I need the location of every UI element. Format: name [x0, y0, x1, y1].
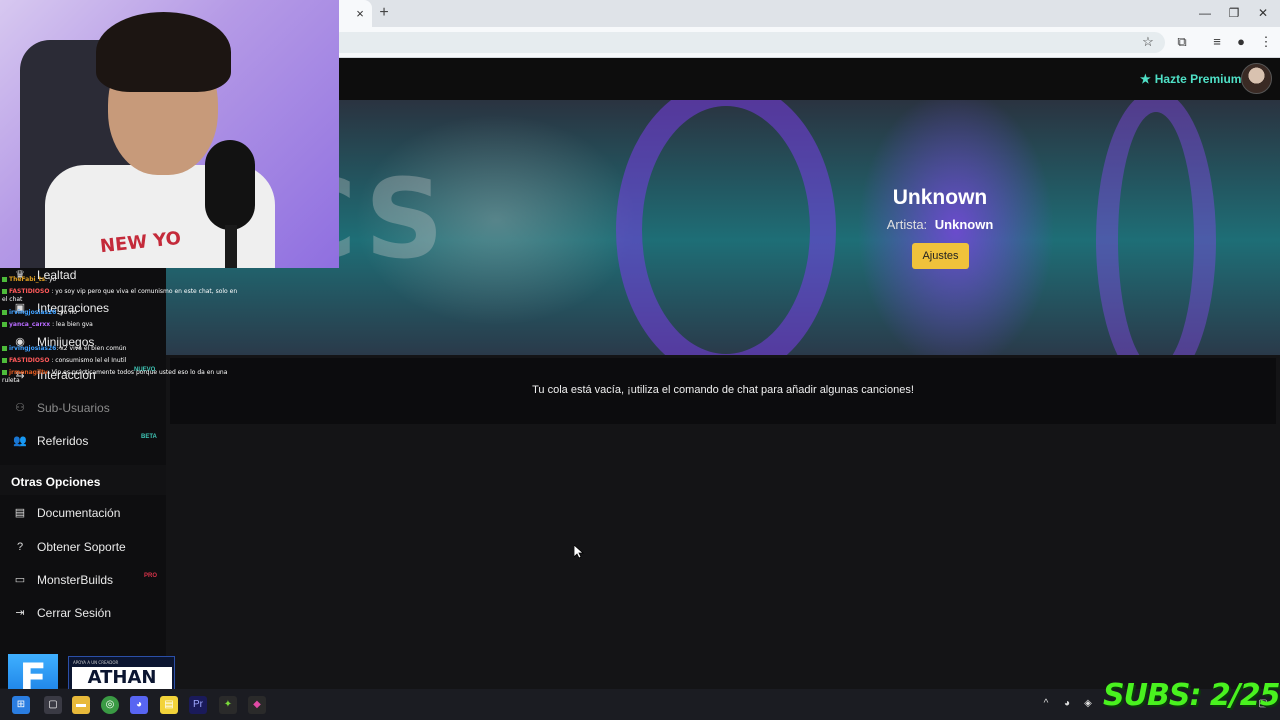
premium-label: Hazte Premium — [1154, 72, 1242, 86]
media-icon[interactable]: ≡ — [1208, 33, 1226, 51]
sidebar-item-sub-usuarios[interactable]: ⚇ Sub-Usuarios — [13, 398, 110, 418]
microphone-icon — [205, 140, 255, 230]
sidebar-item-label: Documentación — [37, 506, 121, 520]
chat-message: FASTIDIOSO : consumismo lel el Inutil — [2, 357, 238, 365]
sidebar-item-label: Referidos — [37, 434, 89, 448]
chat-message: irvingjosias26: yo no — [2, 309, 238, 317]
sidebar-item-cerrar-sesion[interactable]: ⇥ Cerrar Sesión — [13, 603, 111, 623]
address-bar[interactable] — [330, 32, 1165, 53]
profile-icon[interactable]: ● — [1232, 33, 1250, 51]
pro-badge: PRO — [144, 573, 158, 579]
tab-close-icon[interactable]: × — [352, 6, 368, 22]
subs-goal-counter: SUBS: 2/25 — [1103, 678, 1280, 713]
chat-message: irvingjosias26: x2 viva el bien común — [2, 345, 238, 353]
premiere-icon[interactable]: Pr — [189, 696, 207, 714]
users-icon: ⚇ — [15, 402, 25, 414]
mouse-cursor-icon — [574, 545, 584, 559]
settings-button[interactable]: Ajustes — [912, 243, 969, 269]
stream-chat-overlay: TheFabi_ts: yo FASTIDIOSO : yo soy vip p… — [2, 276, 242, 388]
artist-line: Artista: Unknown — [840, 217, 1040, 232]
webcam-person-hair — [96, 12, 231, 92]
sidebar-item-label: Sub-Usuarios — [37, 401, 110, 415]
star-icon: ★ — [1140, 72, 1151, 86]
tray-steam-icon[interactable]: ◈ — [1081, 697, 1095, 711]
tray-chevron-icon[interactable]: ^ — [1039, 697, 1053, 711]
sidebar-heading: Otras Opciones — [11, 475, 101, 489]
chrome-icon[interactable]: ◎ — [101, 696, 119, 714]
sidebar-item-monsterbuilds[interactable]: ▭ MonsterBuilds — [13, 570, 113, 590]
task-view-icon[interactable]: ▢ — [44, 696, 62, 714]
notes-icon[interactable]: ▤ — [160, 696, 178, 714]
banner-art-shape — [1096, 100, 1216, 355]
sidebar-item-documentacion[interactable]: ▤ Documentación — [13, 503, 121, 523]
sidebar-item-referidos[interactable]: 👥 Referidos — [13, 431, 88, 451]
chat-message: jrmenagiltv: Vip es prácticamente todos … — [2, 369, 228, 384]
premium-link[interactable]: ★ Hazte Premium — [1140, 70, 1241, 88]
sidebar-item-label: MonsterBuilds — [37, 573, 114, 587]
creator-small-text: APOYA A UN CREADOR — [73, 660, 119, 665]
artist-value: Unknown — [934, 217, 994, 232]
creator-name: ATHAN — [72, 667, 172, 689]
user-group-icon: 👥 — [13, 435, 27, 447]
sidebar-item-label: Cerrar Sesión — [37, 606, 112, 620]
logout-icon: ⇥ — [15, 607, 25, 619]
avatar[interactable] — [1241, 63, 1272, 94]
file-explorer-icon[interactable]: ▬ — [72, 696, 90, 714]
webcam-overlay: NEW YO — [0, 0, 339, 268]
laptop-icon: ▭ — [14, 574, 26, 586]
menu-icon[interactable]: ⋮ — [1257, 33, 1275, 51]
star-icon[interactable]: ☆ — [1139, 33, 1157, 51]
chat-message: FASTIDIOSO : yo soy vip pero que viva el… — [2, 288, 238, 303]
windows-start-icon[interactable]: ⊞ — [12, 696, 30, 714]
artist-label: Artista: — [886, 217, 928, 232]
queue-empty-message: Tu cola está vacía, ¡utiliza el comando … — [532, 384, 914, 396]
close-window-button[interactable]: ✕ — [1254, 5, 1272, 21]
question-icon: ? — [16, 541, 24, 553]
sidebar-item-label: Obtener Soporte — [37, 540, 126, 554]
app-icon[interactable]: ◆ — [248, 696, 266, 714]
song-title: Unknown — [892, 186, 988, 209]
mic-arm — [225, 225, 237, 268]
sidebar-item-soporte[interactable]: ? Obtener Soporte — [13, 537, 126, 557]
chat-message: TheFabi_ts: yo — [2, 276, 238, 284]
minimize-button[interactable]: — — [1196, 5, 1214, 21]
chat-message: yanca_carxx : lea bien gva — [2, 321, 238, 329]
discord-icon[interactable]: ◕ — [130, 696, 148, 714]
banner-art-shape — [616, 100, 836, 355]
app-icon[interactable]: ✦ — [219, 696, 237, 714]
extensions-icon[interactable]: ⧉ — [1173, 33, 1191, 51]
book-icon: ▤ — [14, 507, 26, 519]
tray-discord-icon[interactable]: ◕ — [1060, 697, 1074, 711]
new-tab-button[interactable]: + — [376, 5, 392, 21]
restore-button[interactable]: ❐ — [1225, 5, 1243, 21]
beta-badge: BETA — [141, 434, 157, 440]
